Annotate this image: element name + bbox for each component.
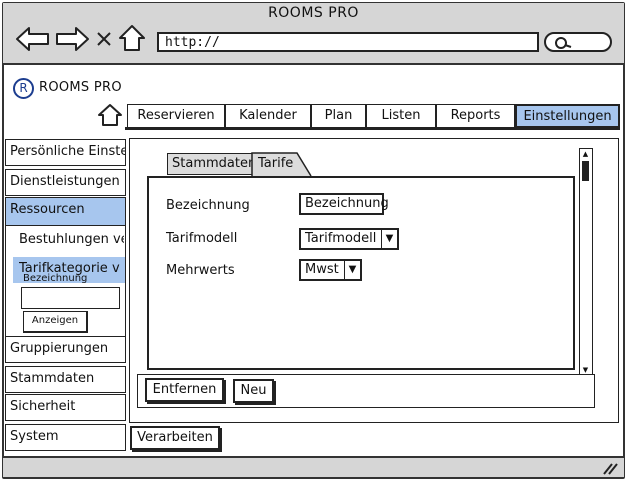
- sidebar-item-dienstleistungen[interactable]: Dienstleistungen: [5, 169, 126, 196]
- forward-arrow-icon[interactable]: [54, 26, 90, 52]
- sidebar-item-sicherheit[interactable]: Sicherheit: [5, 394, 126, 421]
- app-name: ROOMS PRO: [39, 80, 122, 95]
- field-label-tarifmodell: Tarifmodell: [166, 231, 238, 246]
- new-button[interactable]: Neu: [233, 379, 274, 403]
- app-home-icon[interactable]: [97, 103, 123, 127]
- app-logo-icon: R: [13, 78, 34, 99]
- sidebar-item-stammdaten[interactable]: Stammdaten: [5, 366, 126, 393]
- tab-tarife[interactable]: Tarife: [258, 154, 293, 174]
- field-label-bezeichnung: Bezeichnung: [166, 198, 250, 213]
- show-button[interactable]: Anzeigen: [23, 311, 88, 333]
- home-icon[interactable]: [118, 24, 146, 52]
- nav-kalender[interactable]: Kalender: [225, 104, 311, 128]
- scroll-down-icon[interactable]: ▼: [581, 366, 590, 374]
- tarifmodell-value: Tarifmodell: [305, 231, 377, 246]
- process-button[interactable]: Verarbeiten: [130, 426, 220, 450]
- address-bar[interactable]: http://: [157, 32, 539, 52]
- browser-search-field[interactable]: [544, 32, 612, 52]
- field-label-mehrwertsteuer: Mehrwerts: [166, 263, 235, 278]
- chevron-down-icon[interactable]: ▼: [381, 230, 397, 248]
- scroll-thumb[interactable]: [582, 161, 589, 181]
- close-icon[interactable]: [95, 30, 113, 48]
- remove-button[interactable]: Entfernen: [145, 378, 224, 402]
- mwst-select[interactable]: Mwst ▼: [299, 259, 362, 281]
- scroll-up-icon[interactable]: ▲: [581, 150, 590, 158]
- sidebar-item-gruppierungen[interactable]: Gruppierungen: [5, 336, 126, 363]
- sidebar-item-system[interactable]: System: [5, 424, 126, 451]
- nav-reports[interactable]: Reports: [436, 104, 515, 128]
- bezeichnung-input[interactable]: Bezeichnung: [299, 193, 389, 215]
- window-title: ROOMS PRO: [268, 5, 359, 21]
- nav-plan[interactable]: Plan: [311, 104, 366, 128]
- nav-einstellungen[interactable]: Einstellungen: [515, 104, 620, 128]
- resize-grip-icon[interactable]: [600, 461, 618, 475]
- sidebar-item-persoenliche-einstellungen[interactable]: Persönliche Einste: [5, 139, 126, 166]
- vertical-scrollbar[interactable]: ▲ ▼: [579, 148, 593, 376]
- search-icon: [555, 37, 572, 49]
- tab-stammdaten[interactable]: Stammdaten: [167, 153, 256, 175]
- mwst-value: Mwst: [305, 262, 339, 277]
- back-arrow-icon[interactable]: [15, 26, 51, 52]
- filter-input[interactable]: [21, 287, 120, 309]
- sidebar-item-ressourcen[interactable]: Ressourcen: [5, 197, 126, 226]
- chevron-down-icon[interactable]: ▼: [344, 261, 360, 279]
- nav-reservieren[interactable]: Reservieren: [127, 104, 225, 128]
- nav-underline: [125, 127, 620, 130]
- filter-label: Bezeichnung: [23, 273, 88, 284]
- sidebar-subitem-bestuhlungen[interactable]: Bestuhlungen ver: [19, 230, 124, 250]
- status-bar: [3, 456, 624, 477]
- tarifmodell-select[interactable]: Tarifmodell ▼: [299, 228, 399, 250]
- nav-listen[interactable]: Listen: [366, 104, 436, 128]
